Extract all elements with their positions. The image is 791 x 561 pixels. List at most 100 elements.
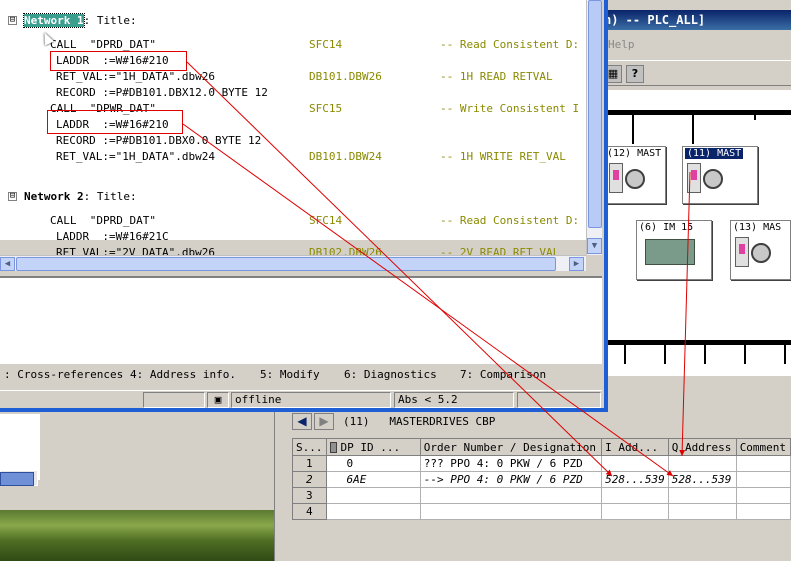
node-11-masterdrive[interactable]: (11) MAST xyxy=(682,146,758,204)
drive-icon xyxy=(609,163,623,193)
collapse-toggle-icon[interactable]: ⊟ xyxy=(8,16,17,25)
cell-i-address[interactable] xyxy=(601,455,669,472)
stl-comment: -- Write Consistent I xyxy=(440,102,580,115)
cell-i-address[interactable] xyxy=(601,487,669,504)
bus-drop xyxy=(704,340,706,364)
highlight-box-write-laddr xyxy=(47,110,183,134)
cell-order-number[interactable]: --> PPO 4: 0 PKW / 6 PZD xyxy=(419,471,603,488)
cell-comment[interactable] xyxy=(735,503,791,520)
cell-comment[interactable] xyxy=(735,455,791,472)
stl-address: DB101.DBW26 xyxy=(309,70,382,83)
network-name[interactable]: Network 2 xyxy=(24,190,84,203)
desktop-wallpaper xyxy=(0,510,275,561)
table-row[interactable]: 1 0??? PPO 4: 0 PKW / 6 PZD xyxy=(292,455,791,472)
stl-address: SFC15 xyxy=(309,102,343,115)
table-row[interactable]: 4 xyxy=(292,503,791,520)
im153-module-icon xyxy=(645,239,695,265)
row-number[interactable]: 4 xyxy=(292,503,327,520)
forward-arrow-icon[interactable]: ▶ xyxy=(314,413,334,430)
col-header-dp-id-label: DP ID ... xyxy=(340,440,401,454)
collapse-toggle-icon[interactable]: ⊟ xyxy=(8,192,17,201)
vertical-scrollbar[interactable]: ▼ xyxy=(586,0,602,255)
node-13-masterdrive[interactable]: (13) MAS xyxy=(730,220,791,280)
hw-config-window: n) -- PLC_ALL] Help ▦ ? (12) MAST (11) M… xyxy=(598,0,791,400)
tab-diagnostics[interactable]: 6: Diagnostics xyxy=(340,367,450,383)
stl-comment: -- 1H WRITE RET_VAL xyxy=(440,150,566,163)
status-mode: offline xyxy=(231,392,391,408)
network-title-suffix: : Title: xyxy=(83,190,137,203)
drive-icon xyxy=(687,163,701,193)
vertical-scroll-thumb[interactable] xyxy=(588,0,602,228)
cell-order-number[interactable] xyxy=(419,503,603,520)
node-12-masterdrive[interactable]: (12) MAST xyxy=(604,146,666,204)
code-editor[interactable]: ⊟ Network 1: Title: CALL "DPRD_DAT" SFC14 --… xyxy=(0,0,586,259)
hw-config-title: n) -- PLC_ALL] xyxy=(598,10,791,30)
col-header-comment[interactable]: Comment xyxy=(735,438,791,456)
stl-comment: -- Read Consistent D: xyxy=(440,214,580,227)
table-row[interactable]: 3 xyxy=(292,487,791,504)
stl-statement[interactable]: LADDR :=W#16#21C xyxy=(56,230,169,243)
scroll-right-icon[interactable]: ▶ xyxy=(569,257,584,271)
row-number[interactable]: 2 xyxy=(292,471,327,488)
back-arrow-icon[interactable]: ◀ xyxy=(292,413,312,430)
col-header-i-address[interactable]: I Add... xyxy=(601,438,669,456)
scroll-down-icon[interactable]: ▼ xyxy=(587,238,602,254)
cell-q-address[interactable]: 528...539 xyxy=(667,471,737,488)
help-icon[interactable]: ? xyxy=(626,65,644,83)
network-name[interactable]: Network 1 xyxy=(23,13,85,28)
details-pane xyxy=(0,276,602,364)
cell-dp-id[interactable]: 6AE xyxy=(325,471,421,488)
online-status-icon: ▣ xyxy=(207,392,229,408)
motor-icon xyxy=(703,169,723,189)
node-label: (12) MAST xyxy=(607,148,662,159)
stl-statement[interactable]: CALL "DPRD_DAT" xyxy=(50,38,156,51)
node-6-im153[interactable]: (6) IM 15 xyxy=(636,220,712,280)
horizontal-scroll-thumb[interactable] xyxy=(16,257,556,271)
col-header-q-address[interactable]: Q Address xyxy=(667,438,737,456)
cell-order-number[interactable] xyxy=(419,487,603,504)
tab-comparison[interactable]: 7: Comparison xyxy=(456,367,556,383)
tab-address-info[interactable]: 4: Address info. xyxy=(126,367,242,383)
col-header-order-number[interactable]: Order Number / Designation xyxy=(419,438,603,456)
stl-statement[interactable]: RECORD :=P#DB101.DBX12.0 BYTE 12 xyxy=(56,86,268,99)
motor-icon xyxy=(751,243,771,263)
tab-cross-references[interactable]: : Cross-references xyxy=(0,367,123,383)
node-label: (6) IM 15 xyxy=(639,222,694,233)
tab-modify[interactable]: 5: Modify xyxy=(256,367,336,383)
stl-statement[interactable]: RECORD :=P#DB101.DBX0.0 BYTE 12 xyxy=(56,134,261,147)
menu-help[interactable]: Help xyxy=(598,38,791,54)
row-number[interactable]: 3 xyxy=(292,487,327,504)
cell-comment[interactable] xyxy=(735,487,791,504)
network-title: Network 2: Title: xyxy=(24,190,137,203)
slave-title: (11) MASTERDRIVES CBP xyxy=(343,415,496,428)
horizontal-scrollbar[interactable]: ◀ ▶ xyxy=(0,255,586,271)
stl-editor-window: ⊟ Network 1: Title: CALL "DPRD_DAT" SFC14 --… xyxy=(0,0,608,412)
stl-statement[interactable]: CALL "DPRD_DAT" xyxy=(50,214,156,227)
row-number[interactable]: 1 xyxy=(292,455,327,472)
cell-q-address[interactable] xyxy=(667,455,737,472)
hw-rack-area: (12) MAST (11) MAST (6) IM 15 (13) MAS xyxy=(604,90,791,376)
details-tabs: : Cross-references 4: Address info. 5: M… xyxy=(0,366,602,384)
cell-q-address[interactable] xyxy=(667,503,737,520)
background-scroll-thumb[interactable] xyxy=(0,472,34,486)
background-window xyxy=(0,412,282,561)
motor-icon xyxy=(625,169,645,189)
cell-i-address[interactable]: 528...539 xyxy=(601,471,669,488)
table-row[interactable]: 2 6AE --> PPO 4: 0 PKW / 6 PZD 528...539 528… xyxy=(292,471,791,488)
col-header-slot[interactable]: S... xyxy=(292,438,327,456)
cell-dp-id[interactable]: 0 xyxy=(325,455,421,472)
network-title-suffix: : Title: xyxy=(83,14,137,27)
cell-dp-id[interactable] xyxy=(325,503,421,520)
cell-comment[interactable] xyxy=(735,471,791,488)
scroll-left-icon[interactable]: ◀ xyxy=(0,257,15,271)
stl-statement[interactable]: RET_VAL:="1H_DATA".dbw24 xyxy=(56,150,215,163)
cell-i-address[interactable] xyxy=(601,503,669,520)
cell-q-address[interactable] xyxy=(667,487,737,504)
cell-dp-id[interactable] xyxy=(325,487,421,504)
cell-order-number[interactable]: ??? PPO 4: 0 PKW / 6 PZD xyxy=(419,455,603,472)
table-header-row: S... DP ID ... Order Number / Designatio… xyxy=(292,438,791,456)
col-header-dp-id[interactable]: DP ID ... xyxy=(325,438,421,456)
stl-statement[interactable]: RET_VAL:="1H_DATA".dbw26 xyxy=(56,70,215,83)
bus-drop xyxy=(632,110,634,144)
stl-address: DB101.DBW24 xyxy=(309,150,382,163)
